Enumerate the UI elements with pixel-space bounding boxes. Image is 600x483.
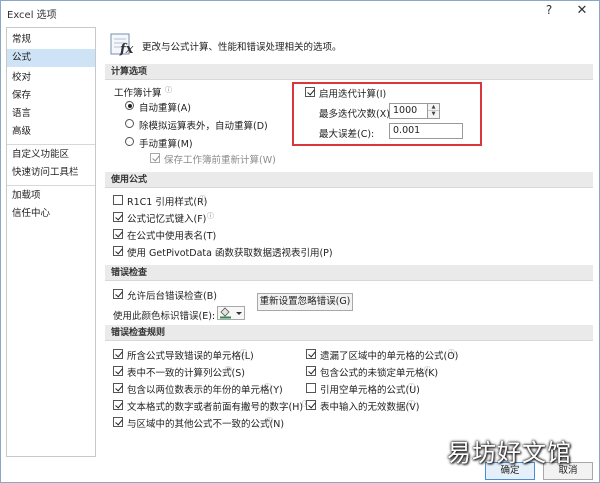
watermark-text: 易坊好文馆 [447, 439, 572, 467]
sidebar-item-addins[interactable]: 加载项 [7, 187, 95, 205]
getpivotdata-label: 使用 GetPivotData 函数获取数据透视表引用(P) [127, 248, 333, 259]
info-icon: ⓘ [225, 366, 232, 374]
background-error-checking-label: 允许后台错误检查(B) [127, 291, 217, 302]
max-change-input[interactable]: 0.001 [389, 123, 463, 139]
spin-up-icon[interactable]: ▲ [428, 104, 439, 111]
rule-invalid-data-label: 表中输入的无效数据(V) [320, 402, 420, 413]
rule-inconsistent-formula-checkbox[interactable] [113, 417, 123, 427]
table-names-label: 在公式中使用表名(T) [127, 231, 217, 242]
rule-invalid-data-checkbox[interactable] [306, 400, 316, 410]
error-color-picker[interactable] [217, 306, 245, 320]
sidebar-item-advanced[interactable]: 高级 [7, 123, 95, 141]
sidebar-item-trust-center[interactable]: 信任中心 [7, 205, 95, 223]
save-before-recalc-checkbox[interactable] [150, 153, 160, 163]
r1c1-checkbox[interactable] [113, 195, 123, 205]
max-iterations-label: 最多迭代次数(X): [319, 109, 394, 120]
section-error-checking: 错误检查 [105, 265, 593, 281]
table-names-checkbox[interactable] [113, 229, 123, 239]
formulas-panel: fx 更改与公式计算、性能和错误处理相关的选项。 计算选项 工作簿计算 ⓘ 自动… [102, 27, 596, 457]
rule-inconsistent-formula-label: 与区域中的其他公式不一致的公式(N) [127, 419, 285, 430]
info-icon: ⓘ [408, 383, 415, 391]
error-color-label: 使用此颜色标识错误(E): [113, 311, 216, 322]
info-icon: ⓘ [266, 417, 273, 425]
info-icon: ⓘ [424, 366, 431, 374]
rule-empty-cells-checkbox[interactable] [306, 383, 316, 393]
rule-omitted-cells-label: 遗漏了区域中的单元格的公式(O) [320, 351, 459, 362]
sidebar-item-proofing[interactable]: 校对 [7, 69, 95, 87]
background-error-checking-checkbox[interactable] [113, 289, 123, 299]
rule-inconsistent-column-checkbox[interactable] [113, 366, 123, 376]
section-error-checking-rules: 错误检查规则 [105, 325, 593, 341]
rule-formula-errors-checkbox[interactable] [113, 349, 123, 359]
sidebar-item-save[interactable]: 保存 [7, 87, 95, 105]
rule-two-digit-years-label: 包含以两位数表示的年份的单元格(Y) [127, 385, 283, 396]
save-before-recalc-label: 保存工作簿前重新计算(W) [164, 155, 276, 166]
sidebar-divider [7, 144, 95, 145]
sidebar-item-formulas[interactable]: 公式 [7, 49, 95, 67]
sidebar-divider [7, 185, 95, 186]
close-icon[interactable]: ✕ [574, 3, 590, 18]
rule-text-numbers-label: 文本格式的数字或者前面有撇号的数字(H) [127, 402, 304, 413]
radio-manual-label: 手动重算(M) [139, 139, 193, 150]
window-title: Excel 选项 [7, 10, 57, 21]
title-bar: Excel 选项 ? ✕ [1, 1, 599, 23]
info-icon: ⓘ [199, 195, 206, 203]
radio-automatic-except-tables[interactable] [125, 119, 134, 128]
header-description: 更改与公式计算、性能和错误处理相关的选项。 [142, 42, 342, 53]
max-iterations-spinner[interactable]: ▲ ▼ [428, 103, 440, 119]
formula-autocomplete-label: 公式记忆式键入(F) [127, 214, 207, 225]
section-working-with-formulas: 使用公式 [105, 172, 593, 188]
radio-automatic[interactable] [125, 101, 134, 110]
reset-ignored-errors-button[interactable]: 重新设置忽略错误(G) [257, 293, 353, 311]
options-sidebar: 常规 公式 校对 保存 语言 高级 自定义功能区 快速访问工具栏 加载项 信任中… [6, 27, 96, 457]
info-icon: ⓘ [448, 349, 455, 357]
sidebar-item-customize-ribbon[interactable]: 自定义功能区 [7, 146, 95, 164]
enable-iterative-label: 启用迭代计算(I) [319, 89, 387, 100]
rule-formula-errors-label: 所含公式导致错误的单元格(L) [127, 351, 254, 362]
excel-options-dialog: Excel 选项 ? ✕ 常规 公式 校对 保存 语言 高级 自定义功能区 快速… [0, 0, 600, 483]
section-calculation: 计算选项 [105, 64, 593, 80]
sidebar-item-quick-access[interactable]: 快速访问工具栏 [7, 164, 95, 182]
radio-automatic-except-tables-label: 除模拟运算表外，自动重算(D) [139, 121, 268, 132]
rule-unlocked-cells-label: 包含公式的未锁定单元格(K) [320, 368, 439, 379]
max-change-label: 最大误差(C): [319, 129, 375, 140]
fx-icon: fx [110, 33, 134, 57]
sidebar-item-general[interactable]: 常规 [7, 31, 95, 49]
sidebar-item-language[interactable]: 语言 [7, 105, 95, 123]
rule-unlocked-cells-checkbox[interactable] [306, 366, 316, 376]
info-icon: ⓘ [240, 349, 247, 357]
svg-text:fx: fx [119, 42, 134, 57]
workbook-calculation-label: 工作簿计算 [114, 88, 162, 99]
rule-omitted-cells-checkbox[interactable] [306, 349, 316, 359]
max-iterations-input[interactable]: 1000 [389, 103, 428, 119]
getpivotdata-checkbox[interactable] [113, 246, 123, 256]
r1c1-label: R1C1 引用样式(R) [127, 197, 208, 208]
paint-bucket-icon [220, 307, 242, 319]
enable-iterative-checkbox[interactable] [305, 87, 315, 97]
info-icon: ⓘ [207, 212, 214, 220]
rule-two-digit-years-checkbox[interactable] [113, 383, 123, 393]
info-icon: ⓘ [264, 383, 271, 391]
spin-down-icon[interactable]: ▼ [428, 111, 439, 118]
formula-autocomplete-checkbox[interactable] [113, 212, 123, 222]
radio-automatic-label: 自动重算(A) [139, 103, 191, 114]
radio-manual[interactable] [125, 137, 134, 146]
help-button[interactable]: ? [541, 3, 557, 17]
rule-empty-cells-label: 引用空单元格的公式(U) [320, 385, 420, 396]
rule-text-numbers-checkbox[interactable] [113, 400, 123, 410]
info-icon: ⓘ [408, 400, 415, 408]
info-icon: ⓘ [165, 86, 172, 94]
